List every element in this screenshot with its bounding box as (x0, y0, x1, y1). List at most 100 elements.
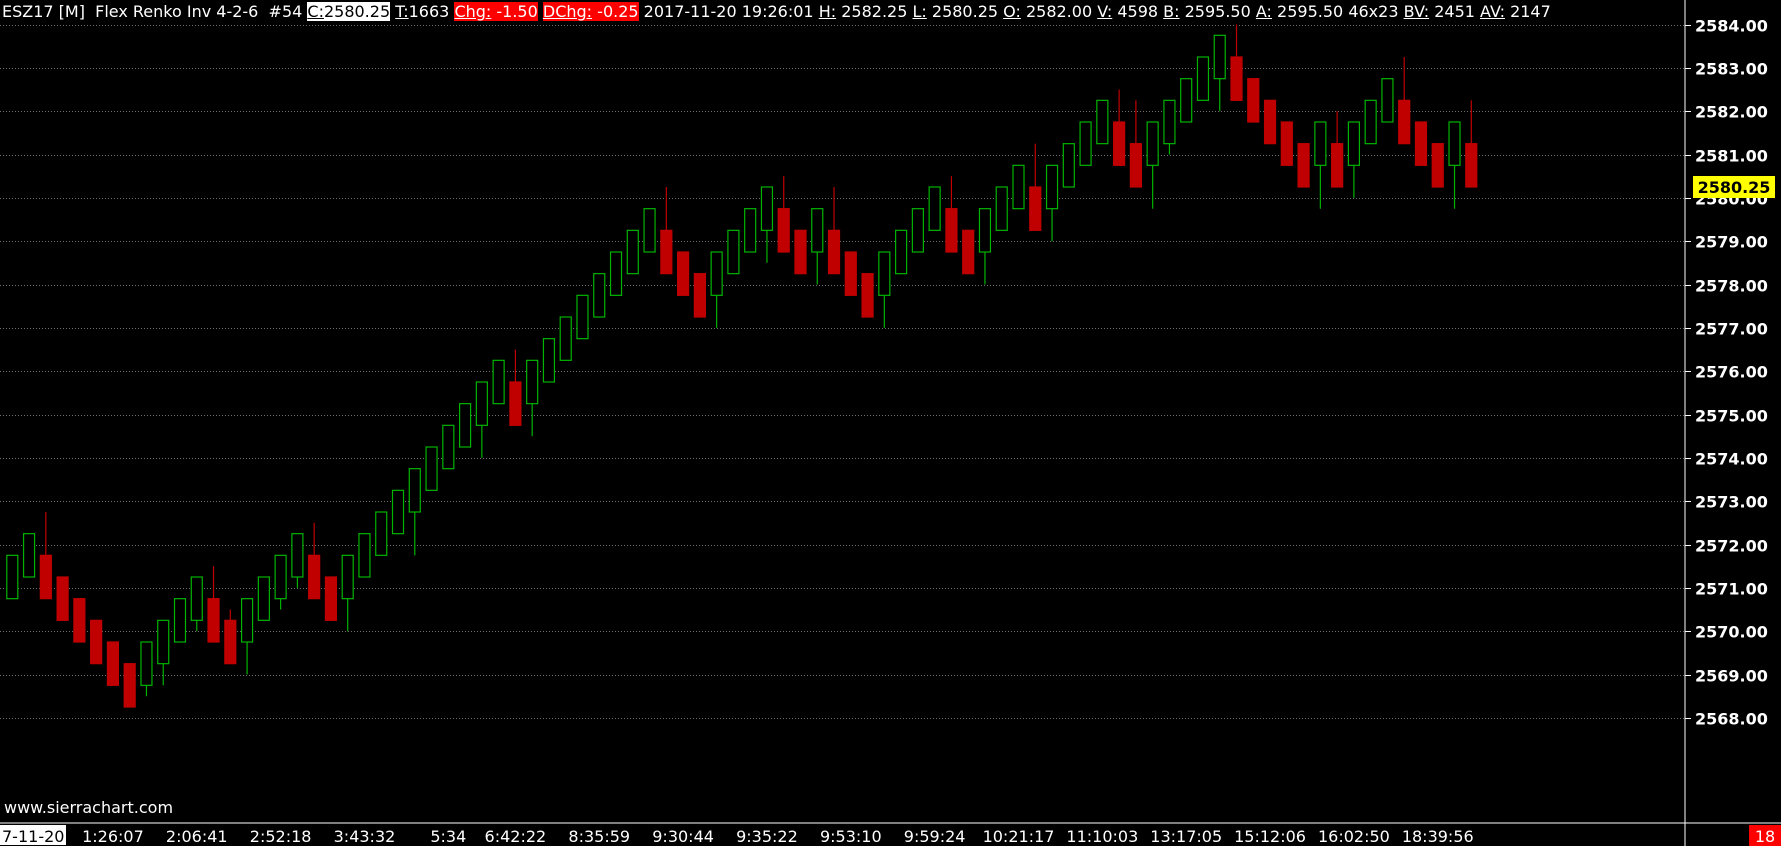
price-tick-label: 2582.00 (1695, 103, 1768, 122)
candle-up (375, 511, 388, 556)
candle-up (1062, 143, 1075, 188)
candle-up (760, 186, 774, 231)
price-tick-label: 2576.00 (1695, 363, 1768, 382)
bv-label: BV: (1403, 2, 1430, 21)
candle-up (626, 229, 639, 275)
watermark: www.sierrachart.com (4, 798, 173, 817)
ask-value: 2595.50 (1277, 2, 1344, 21)
dchg-value: -0.25 (597, 2, 639, 21)
candle-up (140, 641, 153, 686)
candle-up (1012, 164, 1025, 210)
candle-down (1113, 121, 1126, 166)
high-value: 2582.25 (841, 2, 908, 21)
candle-up (1045, 164, 1059, 210)
volume-label: V: (1097, 2, 1113, 21)
candle-up (1196, 56, 1210, 101)
candle-up (157, 619, 170, 665)
time-axis[interactable]: 1:26:07 2:06:41 2:52:18 3:43:32 5:34 6:42:22 8… (82, 827, 1474, 846)
candle-up (274, 554, 287, 600)
chart-background (0, 0, 1781, 846)
candle-up (928, 186, 941, 231)
bid-value: 2595.50 (1184, 2, 1251, 21)
candle-up (710, 251, 723, 296)
candle-down (1414, 121, 1428, 166)
price-tick-label: 2579.00 (1695, 233, 1768, 252)
candle-up (1163, 99, 1176, 145)
candle-down (1398, 99, 1411, 145)
candle-down (794, 229, 807, 275)
chart-type: Flex Renko Inv 4-2-6 (95, 2, 259, 21)
renko-candlestick-chart[interactable]: 2568.00 2569.00 2570.00 2571.00 2572.00 2573.… (0, 0, 1781, 846)
candle-up (240, 598, 254, 643)
candle-down (39, 554, 52, 600)
candle-down (827, 229, 841, 275)
candle-down (861, 273, 874, 318)
candle-up (576, 294, 589, 340)
candle-up (1096, 99, 1109, 145)
candle-up (542, 338, 556, 383)
time-tick-label: 13:17:05 (1150, 827, 1222, 846)
trades-label: T: (395, 2, 409, 21)
candle-down (123, 663, 136, 708)
candle-down (844, 251, 857, 296)
candle-up (727, 229, 740, 275)
price-tick-label: 2568.00 (1695, 710, 1768, 729)
candle-up (358, 533, 371, 578)
time-tick-label: 9:59:24 (904, 827, 966, 846)
candle-up (878, 251, 891, 296)
candle-down (308, 554, 321, 600)
price-tick-label: 2584.00 (1695, 17, 1768, 36)
candle-up (1213, 34, 1226, 80)
candle-down (676, 251, 690, 296)
candle-down (1431, 143, 1444, 188)
candle-down (324, 576, 338, 621)
first-date-label: 7-11-20 (2, 827, 64, 846)
candle-up (1314, 121, 1327, 166)
candle-down (1297, 143, 1310, 188)
time-tick-label: 9:35:22 (736, 827, 798, 846)
time-tick-label: 5:34 (430, 827, 466, 846)
candle-up (291, 533, 304, 578)
header-bar: ESZ17 [M] Flex Renko Inv 4-2-6 #54 C:258… (0, 1, 1551, 23)
candle-down (509, 381, 522, 426)
candle-down (207, 598, 220, 643)
dchg-label: DChg: (542, 2, 593, 21)
candle-up (995, 186, 1008, 231)
candle-up (190, 576, 203, 621)
time-tick-label: 9:30:44 (652, 827, 714, 846)
candle-down (1247, 78, 1260, 123)
candle-up (391, 489, 405, 535)
candle-up (609, 251, 623, 296)
candle-down (106, 641, 120, 686)
candle-up (341, 554, 354, 600)
time-tick-label: 11:10:03 (1066, 827, 1138, 846)
candle-up (1347, 121, 1361, 166)
candle-down (660, 229, 673, 275)
symbol: ESZ17 [M] (2, 2, 85, 21)
candle-up (744, 208, 757, 253)
close-value: 2580.25 (323, 2, 391, 21)
candle-up (257, 576, 270, 621)
candle-down (1465, 143, 1478, 188)
low-label: L: (912, 2, 927, 21)
candle-up (559, 316, 572, 361)
candle-up (1146, 121, 1159, 166)
candle-up (593, 273, 606, 318)
candle-up (442, 424, 455, 470)
candle-up (643, 208, 656, 253)
candle-down (56, 576, 69, 621)
candle-up (978, 208, 992, 253)
candle-up (1364, 99, 1377, 145)
price-tick-label: 2583.00 (1695, 60, 1768, 79)
high-label: H: (818, 2, 837, 21)
candle-up (1079, 121, 1092, 166)
candle-up (475, 381, 488, 426)
current-price-marker: 2580.25 (1693, 176, 1775, 198)
time-tick-label: 9:53:10 (820, 827, 882, 846)
corner-badge: 18 (1755, 827, 1775, 846)
candle-up (22, 533, 36, 578)
candle-up (492, 359, 505, 405)
ask-label: A: (1255, 2, 1272, 21)
trades-value: 1663 (408, 2, 450, 21)
time-tick-label: 8:35:59 (568, 827, 630, 846)
